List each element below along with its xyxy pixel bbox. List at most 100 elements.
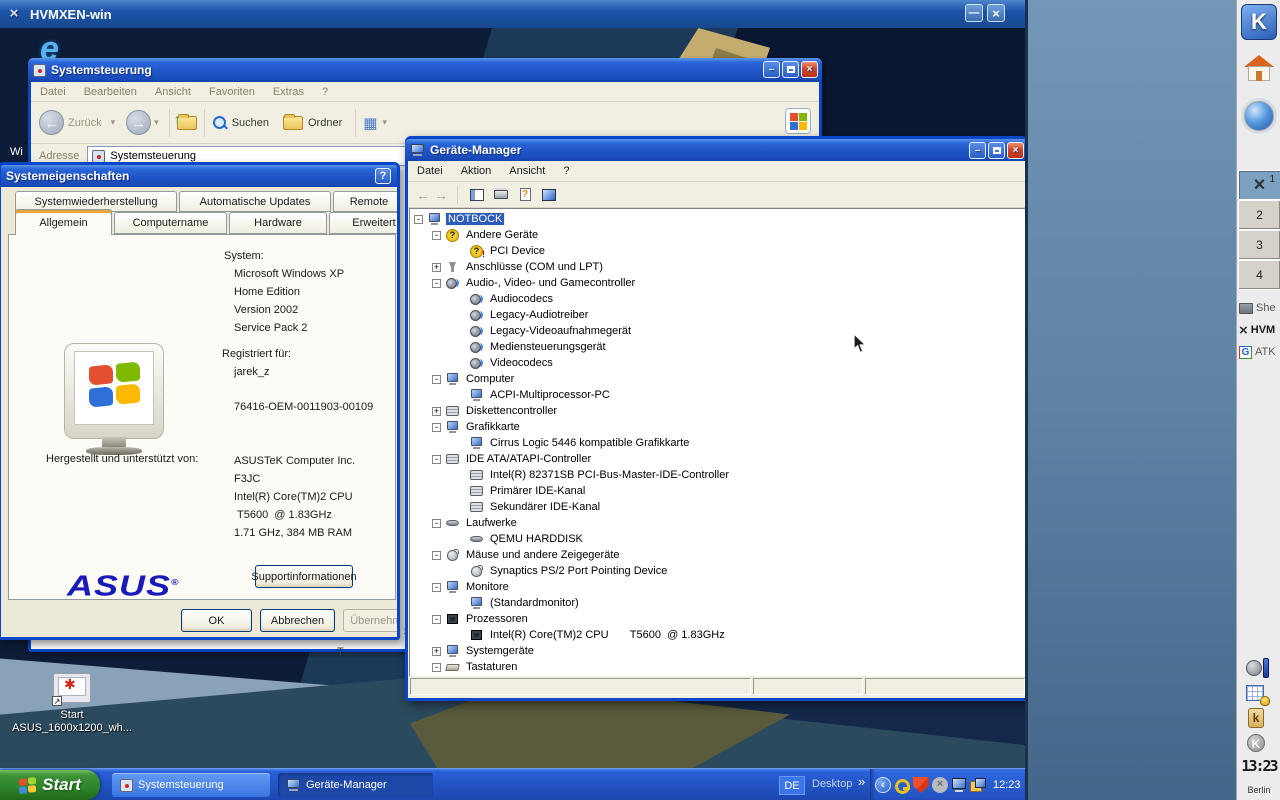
device-manager-titlebar[interactable]: Geräte-Manager – × bbox=[405, 139, 1025, 161]
host-task-atk[interactable]: G ATK bbox=[1239, 342, 1280, 362]
device-tree-item[interactable]: Cirrus Logic 5446 kompatible Grafikkarte bbox=[410, 435, 1025, 451]
device-tree-item[interactable]: Synaptics PS/2 Port Pointing Device bbox=[410, 563, 1025, 579]
search-icon[interactable] bbox=[212, 115, 228, 131]
tree-expander[interactable]: - bbox=[432, 279, 441, 288]
show-console-tree-button[interactable] bbox=[466, 185, 488, 205]
device-tree-item[interactable]: + Anschlüsse (COM und LPT) bbox=[410, 259, 1025, 275]
konqueror-icon[interactable] bbox=[1241, 98, 1277, 134]
close-button[interactable]: × bbox=[1007, 142, 1024, 159]
scan-hardware-button[interactable] bbox=[538, 185, 560, 205]
device-tree-item[interactable]: QEMU HARDDISK bbox=[410, 531, 1025, 547]
tree-expander[interactable]: + bbox=[432, 407, 441, 416]
pager-desktop-2[interactable]: 2 bbox=[1238, 200, 1280, 230]
klipper-icon[interactable]: k bbox=[1246, 708, 1270, 730]
tab-allgemein[interactable]: Allgemein bbox=[15, 209, 112, 235]
tree-expander[interactable]: - bbox=[414, 215, 423, 224]
tab-remote[interactable]: Remote bbox=[333, 191, 400, 212]
device-tree-item[interactable]: - Prozessoren bbox=[410, 611, 1025, 627]
toolbar-overflow-chevron[interactable]: » bbox=[858, 774, 865, 789]
views-icon[interactable]: ▦ bbox=[363, 114, 377, 132]
tree-expander[interactable]: - bbox=[432, 551, 441, 560]
forward-button[interactable]: → bbox=[126, 110, 151, 135]
back-button[interactable]: ← bbox=[39, 110, 64, 135]
dialog-help-button[interactable]: ? bbox=[375, 168, 391, 184]
minimize-button[interactable]: – bbox=[763, 61, 780, 78]
menu-aktion[interactable]: Aktion bbox=[452, 165, 501, 177]
device-tree-item[interactable]: - Andere Geräte bbox=[410, 227, 1025, 243]
device-tree-item[interactable]: - Tastaturen bbox=[410, 659, 1025, 675]
device-tree-item[interactable]: Legacy-Videoaufnahmegerät bbox=[410, 323, 1025, 339]
cancel-button[interactable]: Abbrechen bbox=[260, 609, 335, 632]
tab-automatische-updates[interactable]: Automatische Updates bbox=[179, 191, 331, 212]
host-task-shell[interactable]: She bbox=[1239, 298, 1280, 318]
support-info-button[interactable]: Supportinformationen bbox=[255, 565, 353, 588]
menu-ansicht[interactable]: Ansicht bbox=[500, 165, 554, 177]
device-tree-item[interactable]: Intel(R) Core(TM)2 CPU T5600 @ 1.83GHz bbox=[410, 627, 1025, 643]
vm-titlebar[interactable]: × HVMXEN-win — × bbox=[0, 0, 1025, 28]
device-tree-item[interactable]: - NOTBOCK bbox=[410, 211, 1025, 227]
menu-favoriten[interactable]: Favoriten bbox=[200, 86, 264, 98]
vm-close-button[interactable]: × bbox=[987, 4, 1005, 22]
menu-help[interactable]: ? bbox=[313, 86, 337, 98]
menu-datei[interactable]: Datei bbox=[408, 165, 452, 177]
maximize-button[interactable] bbox=[988, 142, 1005, 159]
device-tree-item[interactable]: - Computer bbox=[410, 371, 1025, 387]
host-task-hvmxen[interactable]: × HVM bbox=[1239, 320, 1280, 340]
tree-expander[interactable]: - bbox=[432, 615, 441, 624]
home-icon[interactable] bbox=[1241, 52, 1277, 88]
device-tree-item[interactable]: Legacy-Audiotreiber bbox=[410, 307, 1025, 323]
device-tree-item[interactable]: - Audio-, Video- und Gamecontroller bbox=[410, 275, 1025, 291]
apply-button[interactable]: Übernehmen bbox=[343, 609, 400, 632]
up-folder-button[interactable]: ↑ bbox=[177, 116, 197, 130]
device-tree-item[interactable]: Videocodecs bbox=[410, 355, 1025, 371]
tab-hardware[interactable]: Hardware bbox=[229, 212, 327, 234]
menu-bearbeiten[interactable]: Bearbeiten bbox=[75, 86, 146, 98]
tab-computername[interactable]: Computername bbox=[114, 212, 227, 234]
tree-expander[interactable]: - bbox=[432, 519, 441, 528]
security-shield-icon[interactable] bbox=[913, 777, 929, 793]
device-tree-item[interactable]: - Monitore bbox=[410, 579, 1025, 595]
forward-button[interactable]: → bbox=[432, 187, 450, 203]
hide-tray-icons-button[interactable]: ‹ bbox=[875, 777, 891, 793]
folders-icon[interactable] bbox=[283, 116, 303, 130]
taskbar-clock[interactable]: 12:23 bbox=[993, 779, 1021, 791]
device-tree-item[interactable]: - Grafikkarte bbox=[410, 419, 1025, 435]
folders-label[interactable]: Ordner bbox=[308, 117, 342, 129]
device-tree-item[interactable]: (Standardmonitor) bbox=[410, 595, 1025, 611]
menu-help[interactable]: ? bbox=[554, 165, 578, 177]
start-button[interactable]: Start bbox=[0, 770, 100, 800]
key-tray-icon[interactable] bbox=[894, 777, 910, 793]
language-indicator[interactable]: DE bbox=[779, 776, 805, 795]
k-tray-icon[interactable]: K bbox=[1246, 733, 1270, 755]
device-tree-item[interactable]: - Laufwerke bbox=[410, 515, 1025, 531]
search-label[interactable]: Suchen bbox=[232, 117, 269, 129]
desktop-toolbar-label[interactable]: Desktop bbox=[812, 778, 852, 790]
tree-expander[interactable]: - bbox=[432, 231, 441, 240]
desktop-shortcut-asus[interactable]: ✱ ↗ Start ASUS_1600x1200_wh... bbox=[8, 673, 136, 735]
tree-expander[interactable]: + bbox=[432, 263, 441, 272]
print-button[interactable] bbox=[490, 185, 512, 205]
views-dropdown-caret[interactable]: ▾ bbox=[382, 117, 387, 128]
ok-button[interactable]: OK bbox=[181, 609, 252, 632]
taskbar-button-geraete-manager[interactable]: Geräte-Manager bbox=[278, 773, 433, 797]
pager-desktop-1[interactable]: × 1 bbox=[1238, 170, 1280, 200]
device-tree-item[interactable]: Primärer IDE-Kanal bbox=[410, 483, 1025, 499]
vm-minimize-button[interactable]: — bbox=[965, 4, 983, 22]
device-tree-item[interactable]: + Systemgeräte bbox=[410, 643, 1025, 659]
tree-expander[interactable]: - bbox=[432, 583, 441, 592]
back-button[interactable]: ← bbox=[414, 187, 432, 203]
tree-expander[interactable]: + bbox=[432, 647, 441, 656]
device-tree-item[interactable]: - IDE ATA/ATAPI-Controller bbox=[410, 451, 1025, 467]
offline-status-icon[interactable]: × bbox=[932, 777, 948, 793]
tree-expander[interactable]: - bbox=[432, 663, 441, 672]
control-panel-list-item[interactable]: T... bbox=[337, 644, 407, 660]
device-tree-item[interactable]: Mediensteuerungsgerät bbox=[410, 339, 1025, 355]
k-menu-button[interactable]: K bbox=[1241, 4, 1277, 40]
tree-expander[interactable]: - bbox=[432, 455, 441, 464]
device-tree-item[interactable]: Intel(R) 82371SB PCI-Bus-Master-IDE-Cont… bbox=[410, 467, 1025, 483]
minimize-button[interactable]: – bbox=[969, 142, 986, 159]
device-tree-item[interactable]: + Diskettencontroller bbox=[410, 403, 1025, 419]
network-drive-icon[interactable] bbox=[970, 777, 986, 793]
dialog-titlebar[interactable]: Systemeigenschaften bbox=[0, 165, 400, 187]
menu-extras[interactable]: Extras bbox=[264, 86, 313, 98]
